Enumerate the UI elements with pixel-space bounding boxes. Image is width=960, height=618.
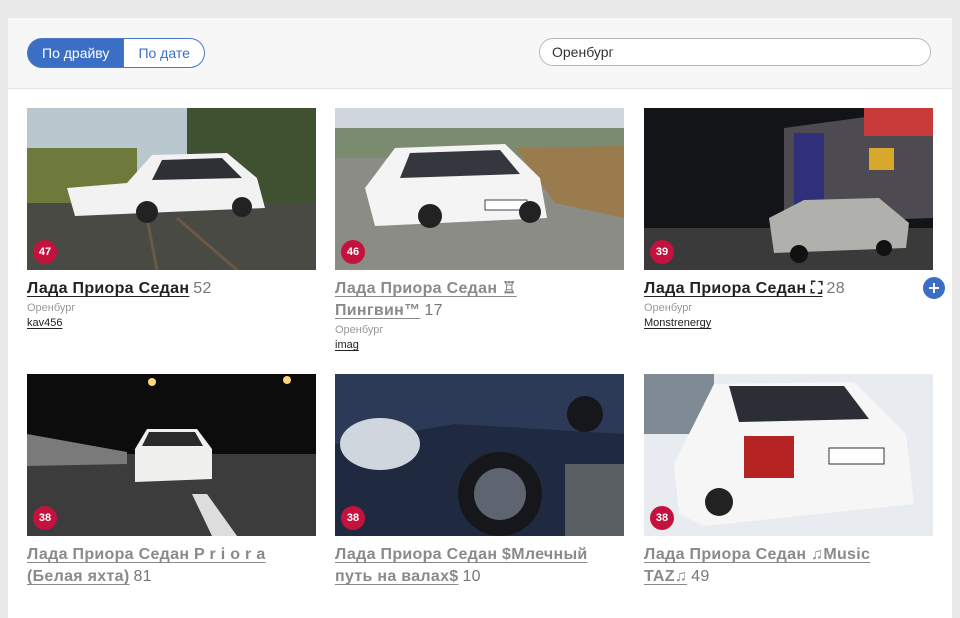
car-photo[interactable]: 38 [644,374,933,536]
car-card: 38 Лада Приора Седан P r i o r a (Белая … [27,374,316,588]
car-card: 39 Лада Приора Седан ⛶ 28 Оренбург Monstr… [644,108,945,329]
plus-icon [929,283,939,293]
car-owner-link[interactable]: kav456 [27,317,316,329]
rating-badge: 38 [650,506,674,530]
car-owner-link[interactable]: imag [335,339,624,351]
car-photo[interactable]: 46 [335,108,624,270]
rating-badge: 38 [341,506,365,530]
car-card: 38 Лада Приора Седан $Млечный путь на ва… [335,374,624,588]
car-city: Оренбург [27,302,76,314]
car-count: 10 [462,568,481,585]
content-panel: По драйву По дате 47 Лада Приора Седан52… [8,18,952,618]
car-title-link[interactable]: Лада Приора Седан ♫Music TAZ♫ [644,546,870,585]
car-photo[interactable]: 38 [27,374,316,536]
car-card: 46 Лада Приора Седан ♖ Пингвин™ 17 Оренбу… [335,108,624,351]
sort-by-date-button[interactable]: По дате [124,38,205,68]
subscribe-button[interactable] [923,277,945,299]
car-card: 38 Лада Приора Седан ♫Music TAZ♫ 49 [644,374,933,588]
car-count: 17 [424,302,443,319]
car-count: 49 [691,568,710,585]
car-count: 81 [133,568,152,585]
car-card: 47 Лада Приора Седан 52 Оренбург kav456 [27,108,316,329]
car-title-link[interactable]: Лада Приора Седан [27,280,189,297]
rating-badge: 46 [341,240,365,264]
car-city: Оренбург [335,324,384,336]
car-city: Оренбург [644,302,693,314]
car-count: 28 [826,280,845,297]
car-count: 52 [193,280,212,297]
rating-badge: 39 [650,240,674,264]
car-photo[interactable]: 39 [644,108,933,270]
sort-toggle: По драйву По дате [27,38,205,68]
car-photo[interactable]: 47 [27,108,316,270]
rating-badge: 38 [33,506,57,530]
car-owner-link[interactable]: Monstrenergy [644,317,933,329]
sort-by-drive-button[interactable]: По драйву [27,38,125,68]
filter-bar: По драйву По дате [8,18,952,89]
car-title-link[interactable]: Лада Приора Седан ⛶ [644,280,823,297]
city-search-input[interactable] [539,38,931,66]
rating-badge: 47 [33,240,57,264]
car-photo[interactable]: 38 [335,374,624,536]
